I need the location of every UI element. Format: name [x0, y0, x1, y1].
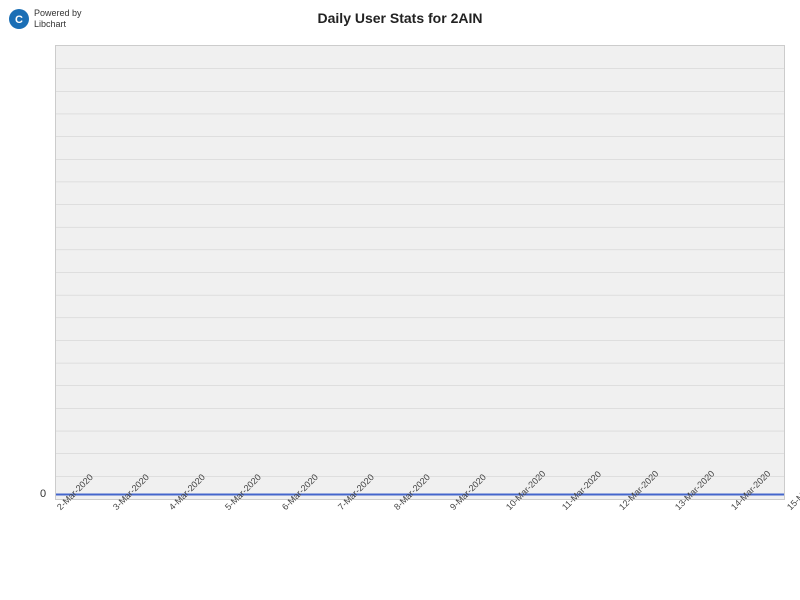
y-axis-zero-label: 0: [40, 488, 46, 500]
chart-title: Daily User Stats for 2AIN: [0, 10, 800, 26]
x-axis-label: 15-Mar-2020: [785, 469, 800, 513]
grid-lines: [56, 46, 784, 499]
chart-plot: [55, 45, 785, 500]
x-axis-labels: 2-Mar-20203-Mar-20204-Mar-20205-Mar-2020…: [55, 505, 785, 595]
chart-container: [55, 45, 785, 500]
